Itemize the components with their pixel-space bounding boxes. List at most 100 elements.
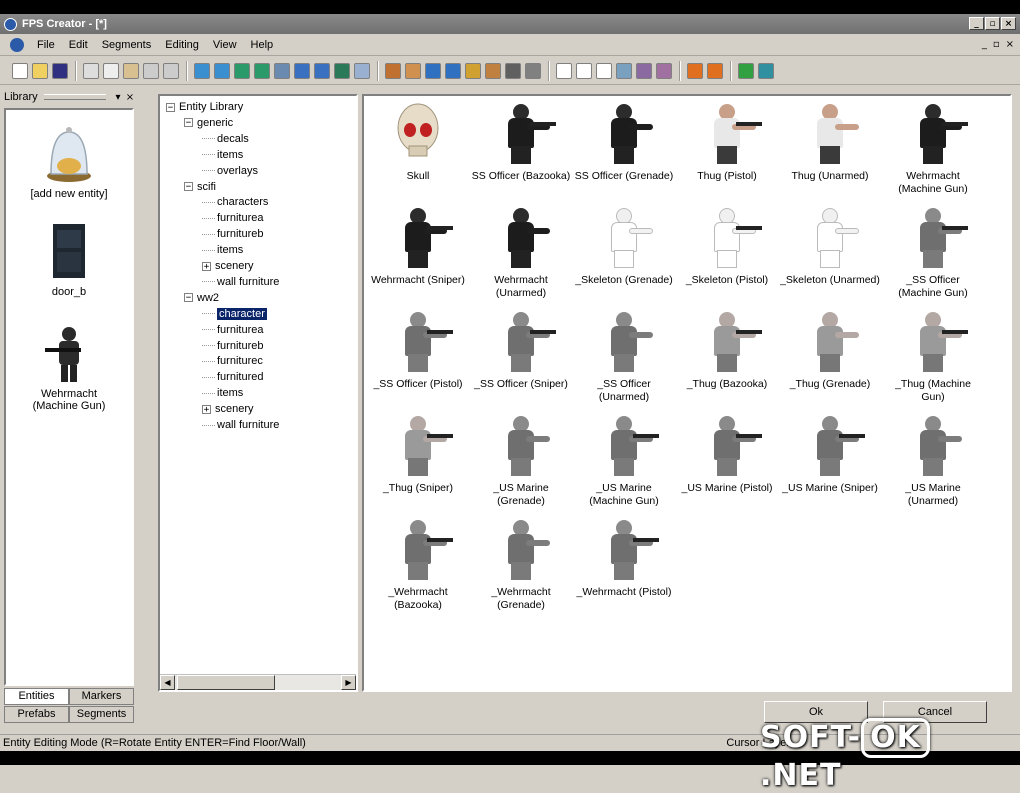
mdi-minimize-icon[interactable]: _ — [982, 39, 987, 50]
tree-node[interactable]: − Entity Library — [166, 100, 243, 114]
undo-icon[interactable] — [143, 62, 159, 79]
collapse-icon[interactable]: − — [184, 293, 193, 303]
menu-segments[interactable]: Segments — [95, 34, 159, 56]
cut-icon[interactable] — [83, 62, 99, 79]
rotate-icon[interactable] — [485, 62, 501, 79]
tab-prefabs[interactable]: Prefabs — [4, 706, 69, 723]
entity-tile[interactable]: _SS Officer (Pistol) — [366, 308, 470, 391]
entity-tile[interactable]: _Skeleton (Pistol) — [675, 204, 779, 287]
tree-horizontal-scrollbar[interactable]: ◀ ▶ — [160, 674, 356, 690]
entity-pick-icon[interactable] — [616, 62, 632, 79]
entity-tile[interactable]: _Wehrmacht (Grenade) — [469, 516, 573, 612]
menu-editing[interactable]: Editing — [158, 34, 206, 56]
layer-icon[interactable] — [234, 62, 250, 79]
wall-icon[interactable] — [385, 62, 401, 79]
entity-tile[interactable]: _SS Officer (Unarmed) — [572, 308, 676, 404]
library-item-door-b[interactable]: door_b — [6, 222, 132, 298]
title-bar[interactable]: FPS Creator - [*] _ ▫ × — [0, 14, 1020, 34]
layer-up-icon[interactable] — [194, 62, 210, 79]
paste-icon[interactable] — [123, 62, 139, 79]
entity-tile[interactable]: _US Marine (Unarmed) — [881, 412, 985, 508]
expand-icon[interactable]: + — [202, 404, 211, 414]
segment-paint-icon[interactable] — [445, 62, 461, 79]
entity-tile[interactable]: _SS Officer (Machine Gun) — [881, 204, 985, 300]
menu-edit[interactable]: Edit — [62, 34, 95, 56]
copy-icon[interactable] — [103, 62, 119, 79]
flag-multi-icon[interactable] — [707, 62, 723, 79]
library-item-add-entity[interactable]: [add new entity] — [6, 124, 132, 200]
move-icon[interactable] — [505, 62, 521, 79]
tree-node[interactable]: overlays — [202, 164, 258, 178]
tree-node[interactable]: furniturea — [202, 323, 263, 337]
tree-node[interactable]: furniturea — [202, 211, 263, 225]
tree-node[interactable]: + scenery — [202, 259, 254, 273]
prefab-icon[interactable] — [465, 62, 481, 79]
entity-tile[interactable]: _Wehrmacht (Pistol) — [572, 516, 676, 599]
tree-node[interactable]: wall furniture — [202, 418, 279, 432]
expand-icon[interactable]: + — [202, 261, 211, 271]
entity-tile[interactable]: _US Marine (Sniper) — [778, 412, 882, 495]
save-icon[interactable] — [52, 62, 68, 79]
waypoint-icon[interactable] — [525, 62, 541, 79]
entity-tile[interactable]: _US Marine (Grenade) — [469, 412, 573, 508]
tab-entities[interactable]: Entities — [4, 688, 69, 705]
tree-node[interactable]: − ww2 — [184, 291, 219, 305]
open-icon[interactable] — [32, 62, 48, 79]
entity-edit-icon[interactable] — [656, 62, 672, 79]
tab-markers[interactable]: Markers — [69, 688, 134, 705]
entity-tile[interactable]: Wehrmacht (Machine Gun) — [881, 100, 985, 196]
entity-tile[interactable]: _US Marine (Machine Gun) — [572, 412, 676, 508]
library-item-wehrmacht-machine-gun[interactable]: Wehrmacht (Machine Gun) — [6, 324, 132, 412]
entity-tile[interactable]: SS Officer (Grenade) — [572, 100, 676, 183]
entity-tile[interactable]: Wehrmacht (Unarmed) — [469, 204, 573, 300]
rect-icon[interactable] — [576, 62, 592, 79]
tree-node[interactable]: items — [202, 243, 243, 257]
entity-tile[interactable]: _Thug (Machine Gun) — [881, 308, 985, 404]
mdi-restore-icon[interactable]: ▫ — [993, 39, 1000, 50]
tree-node[interactable]: characters — [202, 195, 268, 209]
tree-node[interactable]: items — [202, 386, 243, 400]
entity-tile[interactable]: _Wehrmacht (Bazooka) — [366, 516, 470, 612]
scrollbar-thumb[interactable] — [177, 675, 275, 690]
grid-icon[interactable] — [334, 62, 350, 79]
new-icon[interactable] — [12, 62, 28, 79]
layer-down-icon[interactable] — [214, 62, 230, 79]
scroll-right-icon[interactable]: ▶ — [341, 675, 356, 690]
entity-tile[interactable]: _Thug (Grenade) — [778, 308, 882, 391]
line-icon[interactable] — [556, 62, 572, 79]
segment-icon[interactable] — [425, 62, 441, 79]
library-pin-icon[interactable]: ▾ — [112, 92, 124, 103]
entity-tile[interactable]: SS Officer (Bazooka) — [469, 100, 573, 183]
entity-tile[interactable]: _SS Officer (Sniper) — [469, 308, 573, 391]
zoom-in-icon[interactable] — [294, 62, 310, 79]
mdi-close-icon[interactable]: × — [1006, 39, 1014, 50]
entity-tile[interactable]: _Thug (Bazooka) — [675, 308, 779, 391]
magnify-icon[interactable] — [354, 62, 370, 79]
entity-tile[interactable]: Skull — [366, 100, 470, 183]
menu-view[interactable]: View — [206, 34, 244, 56]
entity-tile[interactable]: _US Marine (Pistol) — [675, 412, 779, 495]
library-close-icon[interactable]: × — [124, 92, 136, 103]
flag-icon[interactable] — [687, 62, 703, 79]
build-game-icon[interactable] — [758, 62, 774, 79]
tree-node[interactable]: decals — [202, 132, 249, 146]
document-menu-icon[interactable] — [10, 37, 24, 52]
tree-node[interactable]: furnitureb — [202, 339, 263, 353]
tree-node[interactable]: − generic — [184, 116, 233, 130]
tree-node[interactable]: character — [202, 307, 267, 321]
library-grip[interactable] — [43, 94, 106, 100]
tree-node[interactable]: furnitureb — [202, 227, 263, 241]
entity-tile[interactable]: Wehrmacht (Sniper) — [366, 204, 470, 287]
tab-segments[interactable]: Segments — [69, 706, 134, 723]
floor-icon[interactable] — [405, 62, 421, 79]
menu-file[interactable]: File — [30, 34, 62, 56]
scroll-left-icon[interactable]: ◀ — [160, 675, 175, 690]
layer-view-icon[interactable] — [254, 62, 270, 79]
circle-icon[interactable] — [596, 62, 612, 79]
test-game-icon[interactable] — [738, 62, 754, 79]
tree-node[interactable]: items — [202, 148, 243, 162]
collapse-icon[interactable]: − — [184, 118, 193, 128]
entity-tile[interactable]: Thug (Pistol) — [675, 100, 779, 183]
redo-icon[interactable] — [163, 62, 179, 79]
collapse-icon[interactable]: − — [166, 102, 175, 112]
